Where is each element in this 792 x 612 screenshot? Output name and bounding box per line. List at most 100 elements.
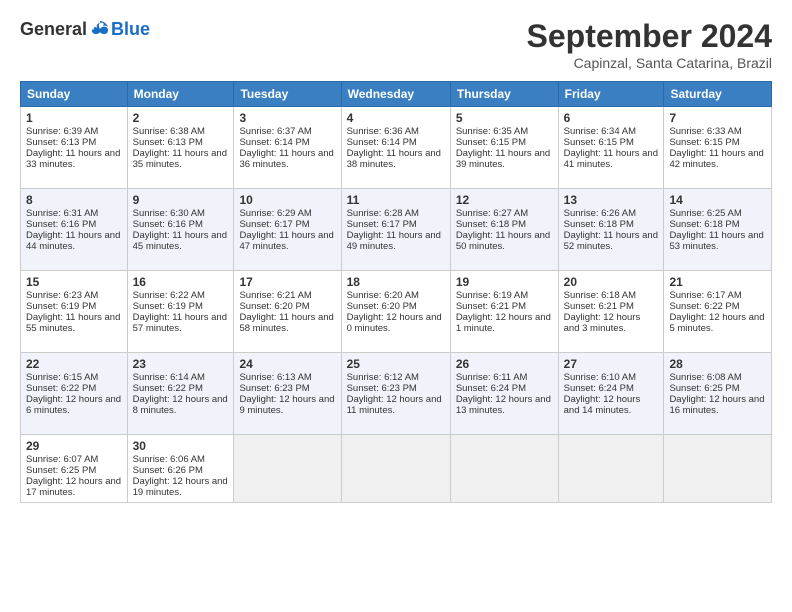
location: Capinzal, Santa Catarina, Brazil <box>527 55 772 71</box>
day-number: 2 <box>133 111 229 125</box>
sunset-label: Sunset: 6:18 PM <box>669 219 739 230</box>
logo-bird-icon <box>89 18 111 40</box>
sunrise-label: Sunrise: 6:10 AM <box>564 372 636 383</box>
sunrise-label: Sunrise: 6:06 AM <box>133 454 205 465</box>
day-number: 1 <box>26 111 122 125</box>
daylight-label: Daylight: 12 hours and 13 minutes. <box>456 394 551 416</box>
sunset-label: Sunset: 6:22 PM <box>669 301 739 312</box>
sunrise-label: Sunrise: 6:31 AM <box>26 208 98 219</box>
sunrise-label: Sunrise: 6:20 AM <box>347 290 419 301</box>
day-number: 5 <box>456 111 553 125</box>
sunset-label: Sunset: 6:23 PM <box>347 383 417 394</box>
sunset-label: Sunset: 6:17 PM <box>347 219 417 230</box>
daylight-label: Daylight: 11 hours and 35 minutes. <box>133 148 227 170</box>
calendar-row: 8 Sunrise: 6:31 AM Sunset: 6:16 PM Dayli… <box>21 189 772 271</box>
table-row: 20 Sunrise: 6:18 AM Sunset: 6:21 PM Dayl… <box>558 271 664 353</box>
table-row: 27 Sunrise: 6:10 AM Sunset: 6:24 PM Dayl… <box>558 353 664 435</box>
table-row <box>450 435 558 503</box>
col-saturday: Saturday <box>664 82 772 107</box>
table-row: 25 Sunrise: 6:12 AM Sunset: 6:23 PM Dayl… <box>341 353 450 435</box>
table-row: 30 Sunrise: 6:06 AM Sunset: 6:26 PM Dayl… <box>127 435 234 503</box>
day-number: 29 <box>26 439 122 453</box>
table-row <box>664 435 772 503</box>
day-number: 4 <box>347 111 445 125</box>
daylight-label: Daylight: 12 hours and 6 minutes. <box>26 394 121 416</box>
table-row: 23 Sunrise: 6:14 AM Sunset: 6:22 PM Dayl… <box>127 353 234 435</box>
sunset-label: Sunset: 6:17 PM <box>239 219 309 230</box>
daylight-label: Daylight: 12 hours and 9 minutes. <box>239 394 334 416</box>
col-tuesday: Tuesday <box>234 82 341 107</box>
month-title: September 2024 <box>527 18 772 55</box>
daylight-label: Daylight: 12 hours and 17 minutes. <box>26 476 121 498</box>
calendar-header-row: Sunday Monday Tuesday Wednesday Thursday… <box>21 82 772 107</box>
day-number: 21 <box>669 275 766 289</box>
sunrise-label: Sunrise: 6:12 AM <box>347 372 419 383</box>
day-number: 16 <box>133 275 229 289</box>
col-monday: Monday <box>127 82 234 107</box>
table-row: 29 Sunrise: 6:07 AM Sunset: 6:25 PM Dayl… <box>21 435 128 503</box>
sunrise-label: Sunrise: 6:37 AM <box>239 126 311 137</box>
table-row: 6 Sunrise: 6:34 AM Sunset: 6:15 PM Dayli… <box>558 107 664 189</box>
sunrise-label: Sunrise: 6:34 AM <box>564 126 636 137</box>
sunset-label: Sunset: 6:22 PM <box>133 383 203 394</box>
sunrise-label: Sunrise: 6:27 AM <box>456 208 528 219</box>
sunrise-label: Sunrise: 6:08 AM <box>669 372 741 383</box>
daylight-label: Daylight: 11 hours and 39 minutes. <box>456 148 550 170</box>
sunset-label: Sunset: 6:21 PM <box>456 301 526 312</box>
table-row: 18 Sunrise: 6:20 AM Sunset: 6:20 PM Dayl… <box>341 271 450 353</box>
sunrise-label: Sunrise: 6:19 AM <box>456 290 528 301</box>
day-number: 10 <box>239 193 335 207</box>
logo-blue-text: Blue <box>111 19 150 40</box>
sunset-label: Sunset: 6:13 PM <box>26 137 96 148</box>
table-row: 10 Sunrise: 6:29 AM Sunset: 6:17 PM Dayl… <box>234 189 341 271</box>
sunrise-label: Sunrise: 6:21 AM <box>239 290 311 301</box>
daylight-label: Daylight: 11 hours and 57 minutes. <box>133 312 227 334</box>
daylight-label: Daylight: 11 hours and 38 minutes. <box>347 148 441 170</box>
table-row: 28 Sunrise: 6:08 AM Sunset: 6:25 PM Dayl… <box>664 353 772 435</box>
daylight-label: Daylight: 11 hours and 33 minutes. <box>26 148 120 170</box>
logo-general-text: General <box>20 19 87 40</box>
sunrise-label: Sunrise: 6:35 AM <box>456 126 528 137</box>
daylight-label: Daylight: 12 hours and 11 minutes. <box>347 394 442 416</box>
sunrise-label: Sunrise: 6:11 AM <box>456 372 528 383</box>
day-number: 27 <box>564 357 659 371</box>
day-number: 19 <box>456 275 553 289</box>
daylight-label: Daylight: 11 hours and 49 minutes. <box>347 230 441 252</box>
day-number: 23 <box>133 357 229 371</box>
day-number: 24 <box>239 357 335 371</box>
sunset-label: Sunset: 6:24 PM <box>564 383 634 394</box>
sunset-label: Sunset: 6:15 PM <box>456 137 526 148</box>
sunset-label: Sunset: 6:18 PM <box>564 219 634 230</box>
sunrise-label: Sunrise: 6:23 AM <box>26 290 98 301</box>
calendar-row: 15 Sunrise: 6:23 AM Sunset: 6:19 PM Dayl… <box>21 271 772 353</box>
sunset-label: Sunset: 6:23 PM <box>239 383 309 394</box>
table-row: 14 Sunrise: 6:25 AM Sunset: 6:18 PM Dayl… <box>664 189 772 271</box>
table-row: 5 Sunrise: 6:35 AM Sunset: 6:15 PM Dayli… <box>450 107 558 189</box>
sunset-label: Sunset: 6:14 PM <box>347 137 417 148</box>
day-number: 18 <box>347 275 445 289</box>
sunrise-label: Sunrise: 6:25 AM <box>669 208 741 219</box>
table-row: 19 Sunrise: 6:19 AM Sunset: 6:21 PM Dayl… <box>450 271 558 353</box>
daylight-label: Daylight: 12 hours and 16 minutes. <box>669 394 764 416</box>
sunrise-label: Sunrise: 6:36 AM <box>347 126 419 137</box>
table-row <box>558 435 664 503</box>
sunset-label: Sunset: 6:15 PM <box>669 137 739 148</box>
sunrise-label: Sunrise: 6:13 AM <box>239 372 311 383</box>
sunrise-label: Sunrise: 6:39 AM <box>26 126 98 137</box>
col-thursday: Thursday <box>450 82 558 107</box>
day-number: 26 <box>456 357 553 371</box>
sunrise-label: Sunrise: 6:14 AM <box>133 372 205 383</box>
day-number: 12 <box>456 193 553 207</box>
col-friday: Friday <box>558 82 664 107</box>
sunset-label: Sunset: 6:16 PM <box>26 219 96 230</box>
table-row: 16 Sunrise: 6:22 AM Sunset: 6:19 PM Dayl… <box>127 271 234 353</box>
sunrise-label: Sunrise: 6:33 AM <box>669 126 741 137</box>
sunset-label: Sunset: 6:20 PM <box>239 301 309 312</box>
sunset-label: Sunset: 6:14 PM <box>239 137 309 148</box>
sunset-label: Sunset: 6:18 PM <box>456 219 526 230</box>
day-number: 25 <box>347 357 445 371</box>
daylight-label: Daylight: 11 hours and 52 minutes. <box>564 230 658 252</box>
calendar-row: 29 Sunrise: 6:07 AM Sunset: 6:25 PM Dayl… <box>21 435 772 503</box>
daylight-label: Daylight: 11 hours and 41 minutes. <box>564 148 658 170</box>
day-number: 30 <box>133 439 229 453</box>
